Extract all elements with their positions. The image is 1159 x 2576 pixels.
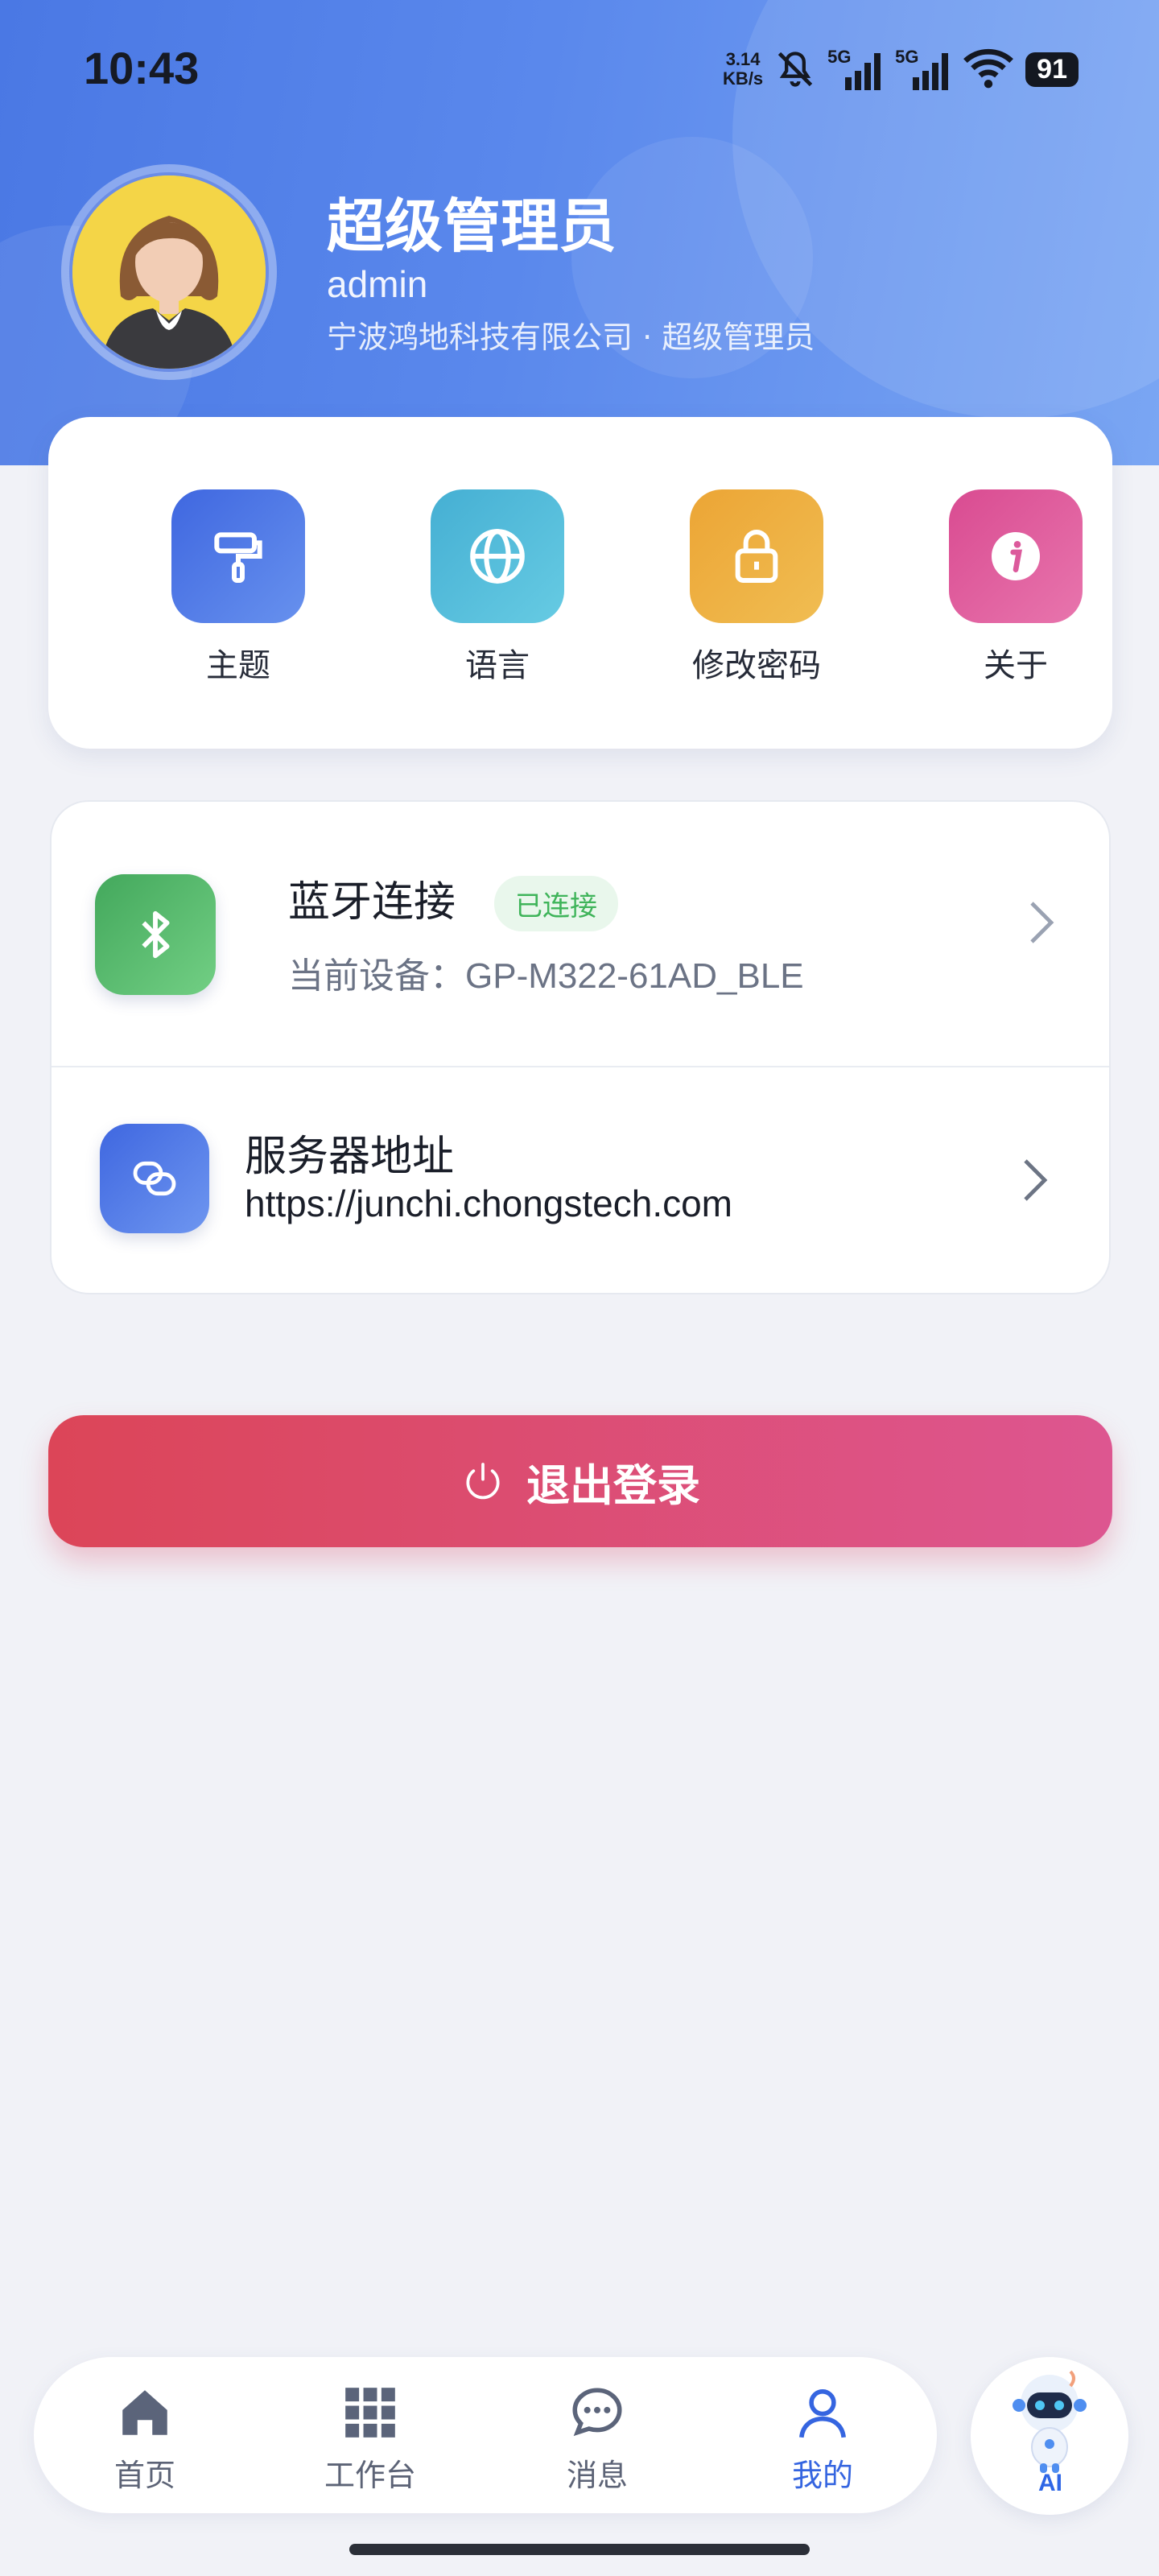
- settings-list: 蓝牙连接 已连接 当前设备：GP-M322-61AD_BLE 服务器地址 htt…: [50, 800, 1111, 1294]
- quick-action-label: 语言: [465, 647, 530, 684]
- status-bar: 10:43 3.14 KB/s 5G 5G 91: [0, 0, 1159, 137]
- server-title: 服务器地址: [245, 1133, 455, 1181]
- profile-header: 10:43 3.14 KB/s 5G 5G 91 超级管理员 admin 宁波鸿…: [0, 0, 1159, 465]
- quick-action-label: 主题: [206, 647, 270, 684]
- power-icon: [466, 1463, 500, 1500]
- bottom-nav: 首页 工作台 消息 我的: [34, 2357, 937, 2513]
- bluetooth-row[interactable]: 蓝牙连接 已连接 当前设备：GP-M322-61AD_BLE: [52, 802, 1109, 1067]
- username: admin: [327, 263, 428, 305]
- nav-profile[interactable]: 我的: [750, 2383, 895, 2495]
- bluetooth-icon: [95, 874, 216, 995]
- organization: 宁波鸿地科技有限公司 · 超级管理员: [327, 320, 815, 355]
- nav-home[interactable]: 首页: [72, 2383, 217, 2495]
- chat-icon: [572, 2388, 622, 2437]
- paint-roller-icon: [171, 489, 305, 623]
- server-url: https://junchi.chongstech.com: [245, 1183, 732, 1224]
- quick-actions-card: 主题 语言 修改密码 关于: [48, 417, 1112, 749]
- server-address-row[interactable]: 服务器地址 https://junchi.chongstech.com: [52, 1067, 1109, 1294]
- bluetooth-title: 蓝牙连接: [288, 878, 456, 927]
- logout-button[interactable]: 退出登录: [48, 1415, 1112, 1547]
- wifi-icon: [963, 48, 1014, 89]
- avatar-image: [69, 172, 269, 372]
- nav-messages[interactable]: 消息: [525, 2383, 670, 2495]
- lock-icon: [690, 489, 823, 623]
- status-badge: 已连接: [494, 876, 618, 931]
- globe-icon: [431, 489, 564, 623]
- home-indicator: [349, 2544, 810, 2555]
- signal-icon: 5G: [827, 47, 884, 92]
- quick-action-about[interactable]: 关于: [927, 489, 1104, 686]
- status-icons: 3.14 KB/s 5G 5G 91: [723, 43, 1079, 95]
- nav-label: 消息: [566, 2458, 628, 2493]
- chevron-right-icon: [1027, 898, 1056, 959]
- quick-action-theme[interactable]: 主题: [150, 489, 327, 686]
- quick-action-label: 关于: [984, 647, 1048, 684]
- bluetooth-device: 当前设备：GP-M322-61AD_BLE: [288, 956, 804, 996]
- quick-action-change-password[interactable]: 修改密码: [668, 489, 845, 686]
- avatar[interactable]: [61, 164, 277, 380]
- grid-icon: [345, 2388, 395, 2438]
- info-icon: [949, 489, 1083, 623]
- bell-muted-icon: [777, 52, 813, 87]
- signal-icon: 5G: [895, 47, 951, 92]
- ai-assistant-button[interactable]: AI: [971, 2357, 1128, 2515]
- link-icon: [100, 1124, 209, 1233]
- nav-label: 首页: [113, 2458, 175, 2493]
- user-icon: [799, 2389, 846, 2438]
- nav-label: 工作台: [324, 2458, 416, 2493]
- user-display-name: 超级管理员: [327, 192, 617, 260]
- chevron-right-icon: [1021, 1156, 1050, 1216]
- ai-label: AI: [1038, 2470, 1062, 2496]
- logout-label: 退出登录: [526, 1459, 700, 1511]
- quick-action-language[interactable]: 语言: [409, 489, 586, 686]
- nav-label: 我的: [791, 2458, 853, 2493]
- nav-workbench[interactable]: 工作台: [298, 2383, 443, 2495]
- status-time: 10:43: [84, 43, 200, 93]
- home-icon: [122, 2390, 167, 2435]
- net-speed: 3.14 KB/s: [723, 49, 764, 89]
- quick-action-label: 修改密码: [692, 647, 821, 684]
- battery-indicator: 91: [1025, 52, 1079, 87]
